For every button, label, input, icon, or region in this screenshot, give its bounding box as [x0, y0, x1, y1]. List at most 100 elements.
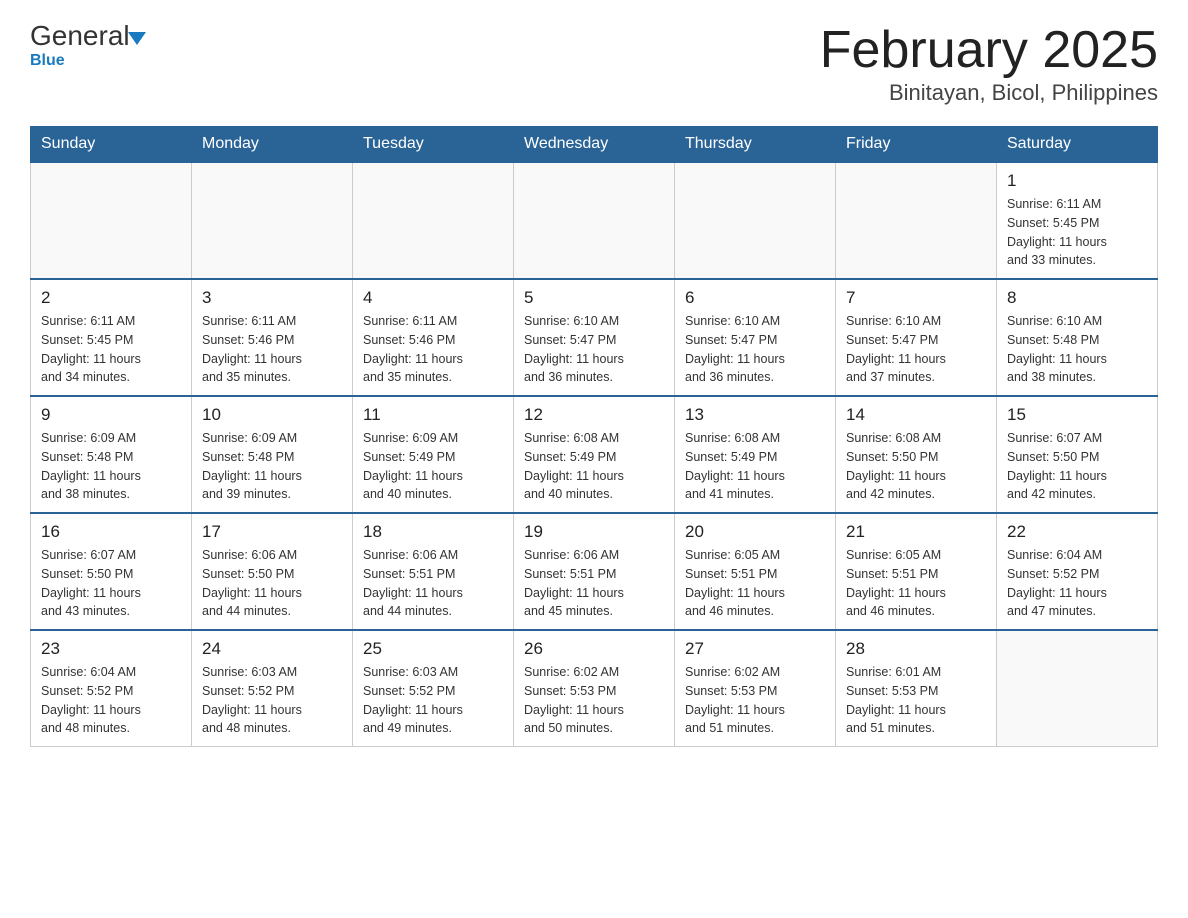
day-info: Sunrise: 6:09 AM Sunset: 5:49 PM Dayligh…: [363, 429, 503, 504]
day-number: 10: [202, 405, 342, 425]
weekday-header-wednesday: Wednesday: [514, 127, 675, 163]
day-number: 27: [685, 639, 825, 659]
day-number: 8: [1007, 288, 1147, 308]
calendar-cell: [514, 162, 675, 279]
day-info: Sunrise: 6:02 AM Sunset: 5:53 PM Dayligh…: [524, 663, 664, 738]
weekday-header-thursday: Thursday: [675, 127, 836, 163]
day-number: 26: [524, 639, 664, 659]
calendar-cell: 5 Sunrise: 6:10 AM Sunset: 5:47 PM Daylig…: [514, 279, 675, 396]
logo-general-text: General: [30, 20, 130, 52]
calendar-cell: 14 Sunrise: 6:08 AM Sunset: 5:50 PM Dayli…: [836, 396, 997, 513]
day-info: Sunrise: 6:11 AM Sunset: 5:45 PM Dayligh…: [1007, 195, 1147, 270]
logo: General Blue: [30, 20, 146, 70]
calendar-cell: [997, 630, 1158, 747]
weekday-header-saturday: Saturday: [997, 127, 1158, 163]
day-info: Sunrise: 6:03 AM Sunset: 5:52 PM Dayligh…: [202, 663, 342, 738]
day-info: Sunrise: 6:08 AM Sunset: 5:50 PM Dayligh…: [846, 429, 986, 504]
day-number: 25: [363, 639, 503, 659]
calendar-week-row: 16Sunrise: 6:07 AM Sunset: 5:50 PM Dayli…: [31, 513, 1158, 630]
calendar-cell: 21Sunrise: 6:05 AM Sunset: 5:51 PM Dayli…: [836, 513, 997, 630]
day-info: Sunrise: 6:11 AM Sunset: 5:45 PM Dayligh…: [41, 312, 181, 387]
day-info: Sunrise: 6:04 AM Sunset: 5:52 PM Dayligh…: [41, 663, 181, 738]
calendar-cell: 9Sunrise: 6:09 AM Sunset: 5:48 PM Daylig…: [31, 396, 192, 513]
day-info: Sunrise: 6:05 AM Sunset: 5:51 PM Dayligh…: [846, 546, 986, 621]
day-info: Sunrise: 6:10 AM Sunset: 5:48 PM Dayligh…: [1007, 312, 1147, 387]
page-header: General Blue February 2025 Binitayan, Bi…: [30, 20, 1158, 106]
calendar-cell: 3 Sunrise: 6:11 AM Sunset: 5:46 PM Daylig…: [192, 279, 353, 396]
day-info: Sunrise: 6:07 AM Sunset: 5:50 PM Dayligh…: [41, 546, 181, 621]
calendar-cell: [31, 162, 192, 279]
day-info: Sunrise: 6:04 AM Sunset: 5:52 PM Dayligh…: [1007, 546, 1147, 621]
calendar-cell: 15Sunrise: 6:07 AM Sunset: 5:50 PM Dayli…: [997, 396, 1158, 513]
day-number: 3: [202, 288, 342, 308]
day-info: Sunrise: 6:10 AM Sunset: 5:47 PM Dayligh…: [685, 312, 825, 387]
day-info: Sunrise: 6:10 AM Sunset: 5:47 PM Dayligh…: [524, 312, 664, 387]
calendar-cell: 28 Sunrise: 6:01 AM Sunset: 5:53 PM Dayli…: [836, 630, 997, 747]
weekday-header-monday: Monday: [192, 127, 353, 163]
calendar-cell: 22 Sunrise: 6:04 AM Sunset: 5:52 PM Dayli…: [997, 513, 1158, 630]
day-number: 19: [524, 522, 664, 542]
calendar-table: SundayMondayTuesdayWednesdayThursdayFrid…: [30, 126, 1158, 747]
day-number: 28: [846, 639, 986, 659]
calendar-cell: 20Sunrise: 6:05 AM Sunset: 5:51 PM Dayli…: [675, 513, 836, 630]
calendar-cell: 2 Sunrise: 6:11 AM Sunset: 5:45 PM Daylig…: [31, 279, 192, 396]
calendar-week-row: 9 Sunrise: 6:09 AM Sunset: 5:48 PM Daylig…: [31, 396, 1158, 513]
day-info: Sunrise: 6:11 AM Sunset: 5:46 PM Dayligh…: [363, 312, 503, 387]
calendar-week-row: 1 Sunrise: 6:11 AM Sunset: 5:45 PM Daylig…: [31, 162, 1158, 279]
day-number: 1: [1007, 171, 1147, 191]
day-info: Sunrise: 6:01 AM Sunset: 5:53 PM Dayligh…: [846, 663, 986, 738]
calendar-cell: 12Sunrise: 6:08 AM Sunset: 5:49 PM Dayli…: [514, 396, 675, 513]
day-number: 20: [685, 522, 825, 542]
day-info: Sunrise: 6:03 AM Sunset: 5:52 PM Dayligh…: [363, 663, 503, 738]
day-number: 5: [524, 288, 664, 308]
day-number: 18: [363, 522, 503, 542]
calendar-cell: 23 Sunrise: 6:04 AM Sunset: 5:52 PM Dayli…: [31, 630, 192, 747]
day-number: 4: [363, 288, 503, 308]
day-info: Sunrise: 6:11 AM Sunset: 5:46 PM Dayligh…: [202, 312, 342, 387]
day-info: Sunrise: 6:10 AM Sunset: 5:47 PM Dayligh…: [846, 312, 986, 387]
day-number: 7: [846, 288, 986, 308]
calendar-header-row: SundayMondayTuesdayWednesdayThursdayFrid…: [31, 127, 1158, 163]
day-info: Sunrise: 6:08 AM Sunset: 5:49 PM Dayligh…: [524, 429, 664, 504]
day-number: 11: [363, 405, 503, 425]
day-number: 14: [846, 405, 986, 425]
calendar-cell: 19 Sunrise: 6:06 AM Sunset: 5:51 PM Dayli…: [514, 513, 675, 630]
calendar-cell: 27 Sunrise: 6:02 AM Sunset: 5:53 PM Dayli…: [675, 630, 836, 747]
calendar-cell: 11 Sunrise: 6:09 AM Sunset: 5:49 PM Dayli…: [353, 396, 514, 513]
calendar-cell: 13 Sunrise: 6:08 AM Sunset: 5:49 PM Dayli…: [675, 396, 836, 513]
day-info: Sunrise: 6:06 AM Sunset: 5:51 PM Dayligh…: [363, 546, 503, 621]
day-number: 22: [1007, 522, 1147, 542]
calendar-cell: 1 Sunrise: 6:11 AM Sunset: 5:45 PM Daylig…: [997, 162, 1158, 279]
calendar-week-row: 2 Sunrise: 6:11 AM Sunset: 5:45 PM Daylig…: [31, 279, 1158, 396]
calendar-cell: 8 Sunrise: 6:10 AM Sunset: 5:48 PM Daylig…: [997, 279, 1158, 396]
weekday-header-friday: Friday: [836, 127, 997, 163]
day-number: 23: [41, 639, 181, 659]
day-number: 15: [1007, 405, 1147, 425]
day-number: 6: [685, 288, 825, 308]
calendar-cell: [836, 162, 997, 279]
calendar-cell: 25 Sunrise: 6:03 AM Sunset: 5:52 PM Dayli…: [353, 630, 514, 747]
calendar-cell: 24 Sunrise: 6:03 AM Sunset: 5:52 PM Dayli…: [192, 630, 353, 747]
calendar-week-row: 23 Sunrise: 6:04 AM Sunset: 5:52 PM Dayli…: [31, 630, 1158, 747]
day-info: Sunrise: 6:02 AM Sunset: 5:53 PM Dayligh…: [685, 663, 825, 738]
day-info: Sunrise: 6:06 AM Sunset: 5:50 PM Dayligh…: [202, 546, 342, 621]
calendar-cell: 16Sunrise: 6:07 AM Sunset: 5:50 PM Dayli…: [31, 513, 192, 630]
calendar-cell: [353, 162, 514, 279]
logo-blue-text: Blue: [30, 52, 65, 69]
calendar-cell: [192, 162, 353, 279]
day-info: Sunrise: 6:09 AM Sunset: 5:48 PM Dayligh…: [202, 429, 342, 504]
calendar-cell: [675, 162, 836, 279]
calendar-cell: 7 Sunrise: 6:10 AM Sunset: 5:47 PM Daylig…: [836, 279, 997, 396]
title-block: February 2025 Binitayan, Bicol, Philippi…: [820, 20, 1158, 106]
day-number: 24: [202, 639, 342, 659]
day-number: 2: [41, 288, 181, 308]
day-number: 9: [41, 405, 181, 425]
day-info: Sunrise: 6:08 AM Sunset: 5:49 PM Dayligh…: [685, 429, 825, 504]
day-number: 13: [685, 405, 825, 425]
calendar-cell: 26 Sunrise: 6:02 AM Sunset: 5:53 PM Dayli…: [514, 630, 675, 747]
day-number: 17: [202, 522, 342, 542]
calendar-cell: 10 Sunrise: 6:09 AM Sunset: 5:48 PM Dayli…: [192, 396, 353, 513]
calendar-cell: 6 Sunrise: 6:10 AM Sunset: 5:47 PM Daylig…: [675, 279, 836, 396]
calendar-cell: 17 Sunrise: 6:06 AM Sunset: 5:50 PM Dayli…: [192, 513, 353, 630]
day-info: Sunrise: 6:06 AM Sunset: 5:51 PM Dayligh…: [524, 546, 664, 621]
